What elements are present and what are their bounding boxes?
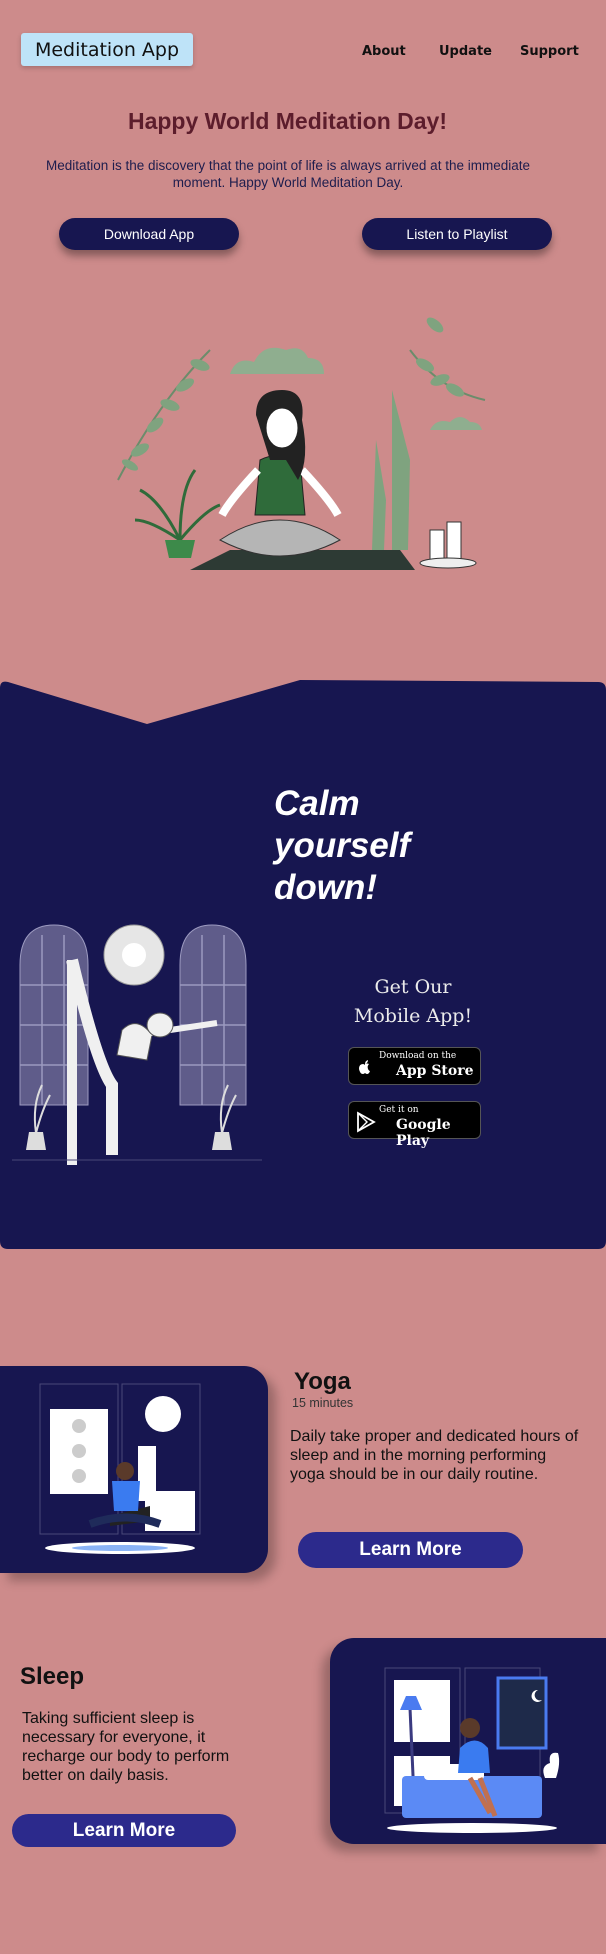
apple-icon bbox=[359, 1060, 370, 1074]
hero-title: Happy World Meditation Day! bbox=[127, 108, 448, 134]
hero-subtitle: Meditation is the discovery that the poi… bbox=[46, 158, 530, 190]
google-play-label: Google Play bbox=[396, 1117, 451, 1149]
meditation-illustration bbox=[117, 317, 486, 570]
app-store-label: App Store bbox=[396, 1063, 474, 1079]
dancer-illustration bbox=[12, 924, 262, 1165]
yoga-learn-more-button[interactable]: Learn More bbox=[298, 1532, 523, 1568]
app-store-small-label: Download on the bbox=[379, 1051, 457, 1061]
sleep-title: Sleep bbox=[20, 1663, 85, 1690]
yoga-duration: 15 minutes bbox=[292, 1396, 354, 1410]
sleep-card bbox=[330, 1638, 606, 1844]
get-app-text: Get Our Mobile App! bbox=[353, 976, 473, 1027]
yoga-title: Yoga bbox=[294, 1368, 351, 1395]
app-store-button[interactable]: Download on the App Store bbox=[348, 1047, 481, 1085]
nav-about[interactable]: About bbox=[362, 44, 406, 59]
nav-update[interactable]: Update bbox=[439, 44, 492, 59]
download-app-button[interactable]: Download App bbox=[59, 218, 239, 250]
calm-headline: Calm yourself down! bbox=[274, 784, 411, 907]
google-play-small-label: Get it on bbox=[379, 1105, 419, 1115]
sleep-description: Taking sufficient sleep is necessary for… bbox=[22, 1710, 230, 1784]
listen-playlist-button[interactable]: Listen to Playlist bbox=[362, 218, 552, 250]
yoga-description: Daily take proper and dedicated hours of… bbox=[290, 1428, 579, 1483]
sleep-learn-more-button[interactable]: Learn More bbox=[12, 1814, 236, 1847]
yoga-card bbox=[0, 1366, 268, 1573]
google-play-button[interactable]: Get it on Google Play bbox=[348, 1101, 481, 1149]
sleep-illustration bbox=[384, 1667, 560, 1833]
yoga-illustration bbox=[39, 1383, 201, 1554]
nav-support[interactable]: Support bbox=[520, 44, 579, 59]
google-play-icon bbox=[357, 1111, 376, 1133]
app-logo-button[interactable]: Meditation App bbox=[21, 33, 193, 66]
